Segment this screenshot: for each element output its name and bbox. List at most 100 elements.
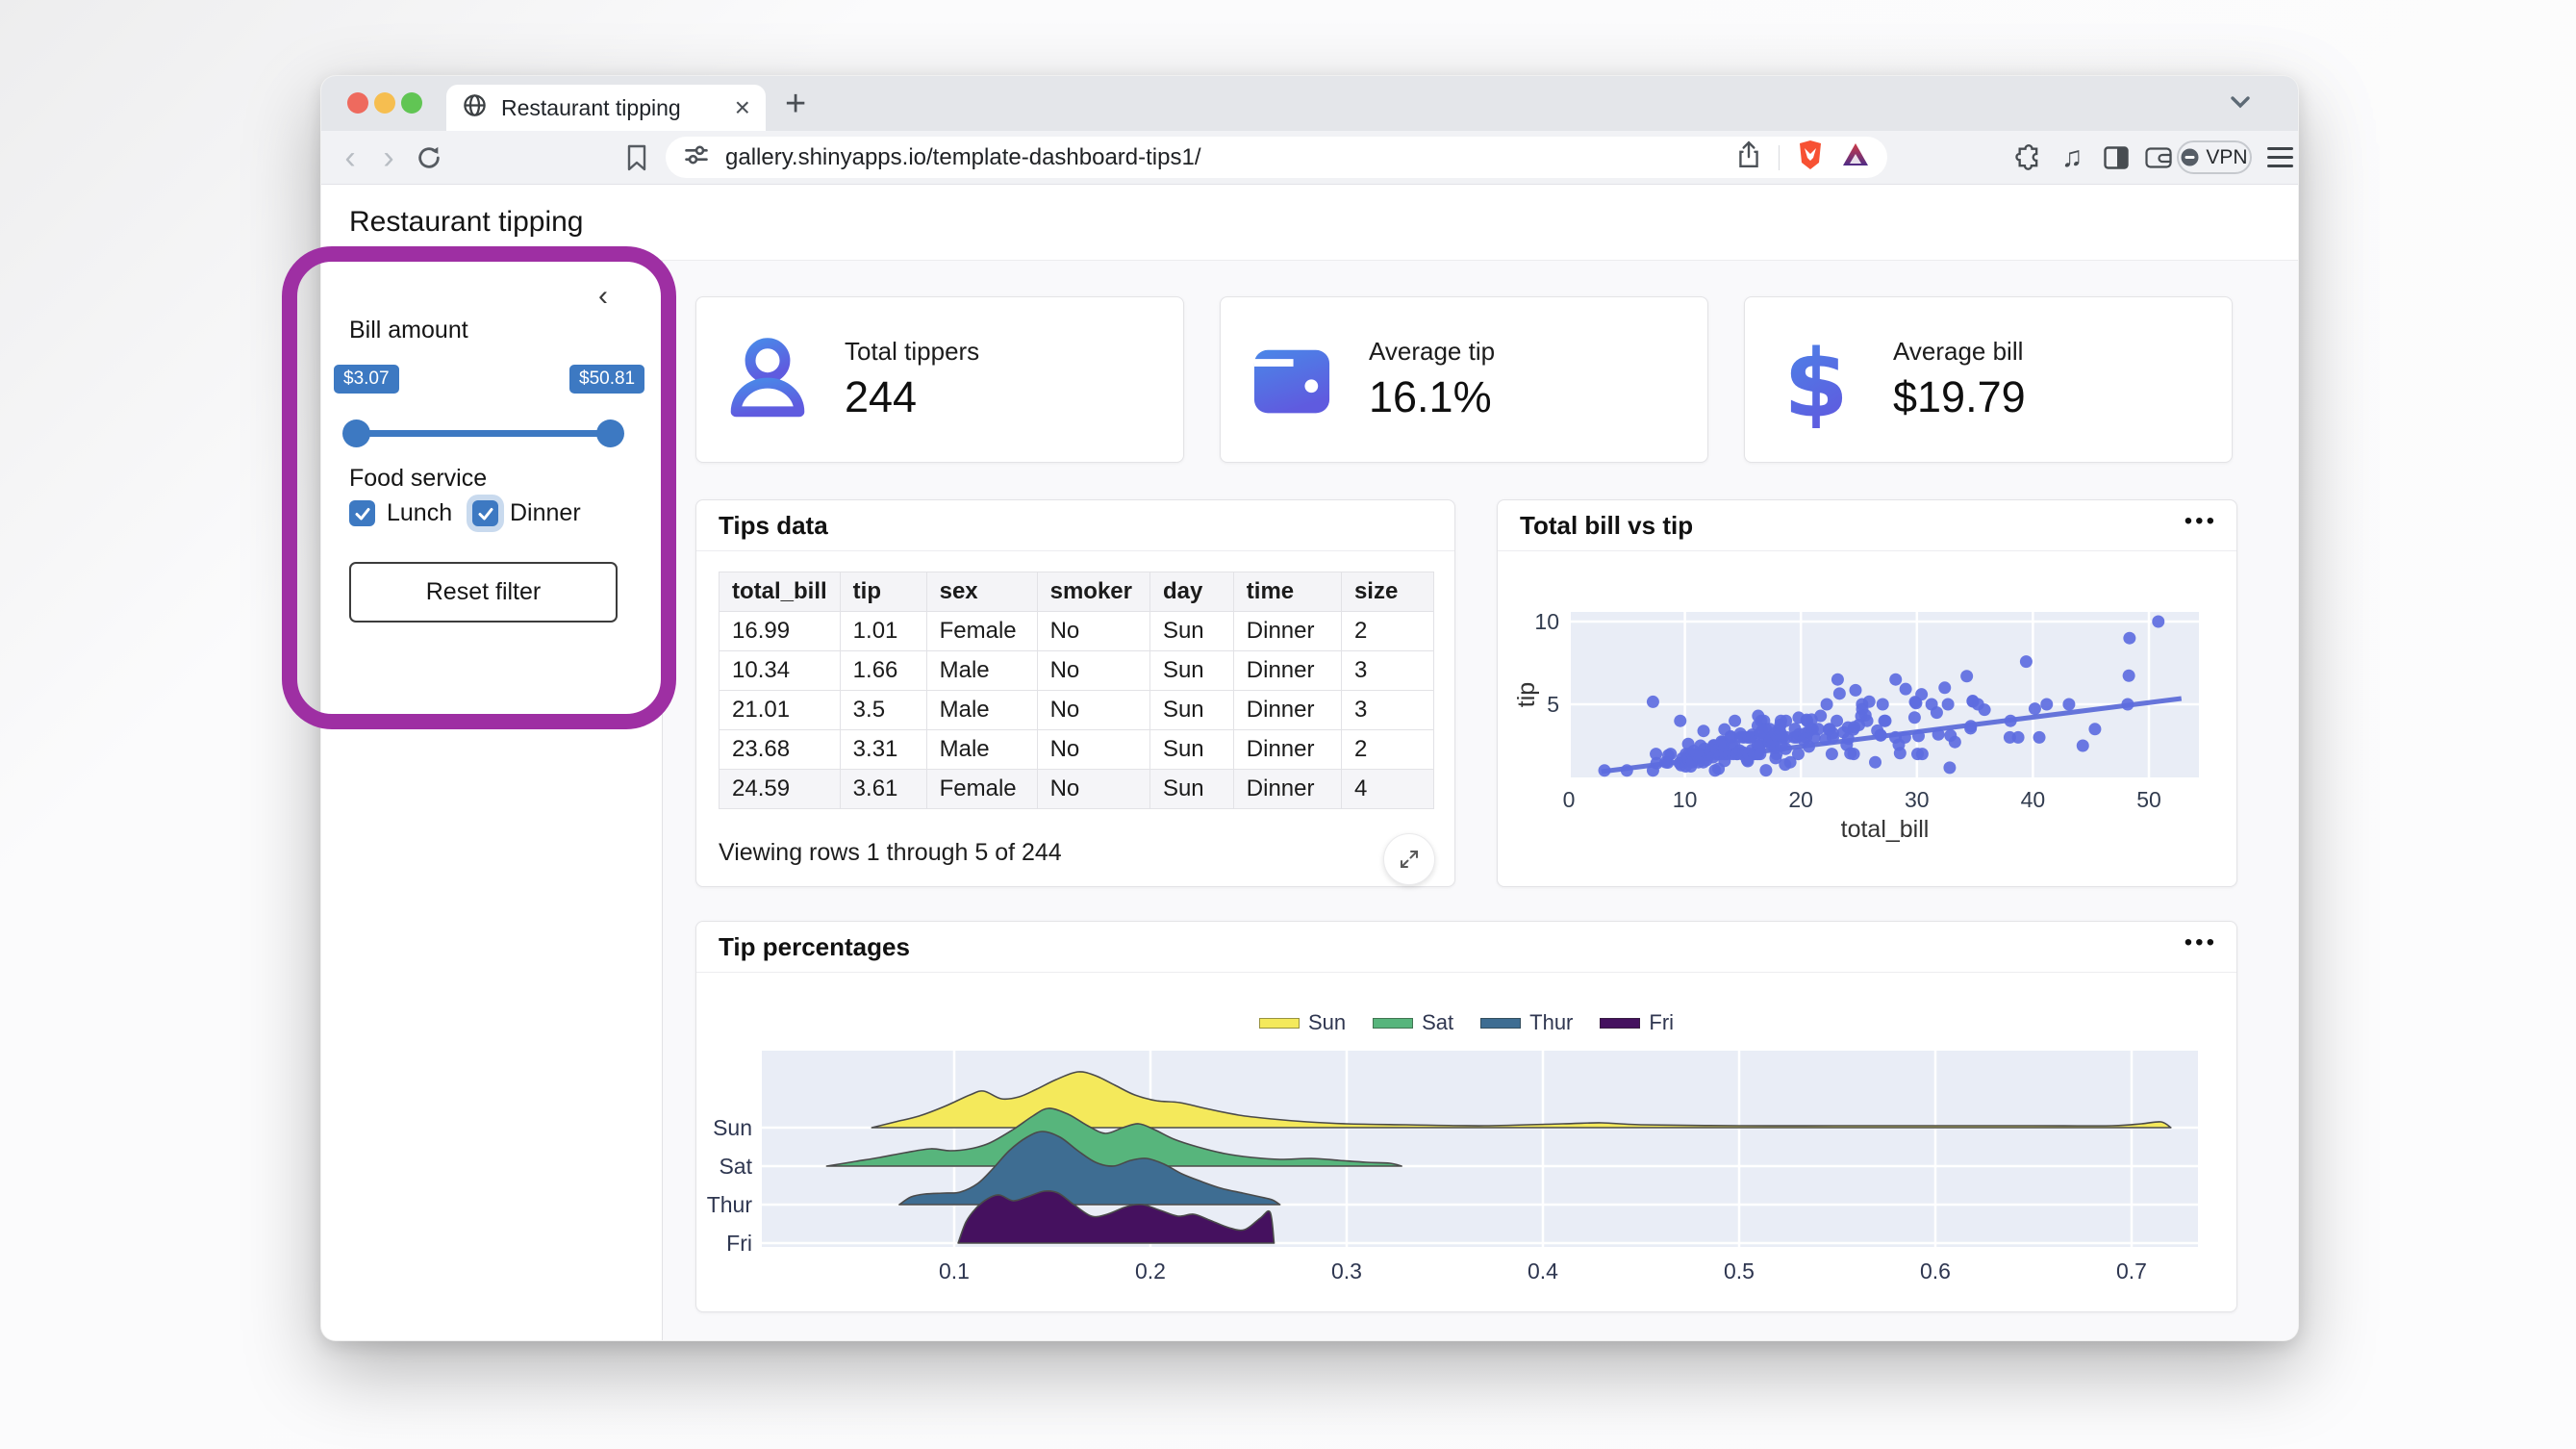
lunch-checkbox[interactable]	[349, 500, 375, 526]
back-button[interactable]: ‹	[333, 131, 367, 184]
brave-wallet-icon[interactable]	[2139, 131, 2178, 184]
browser-tab[interactable]: Restaurant tipping ×	[446, 85, 766, 131]
scatter-plot: 01020304050510total_billtip	[1498, 500, 2238, 888]
card-title: Tip percentages	[719, 932, 910, 962]
value-box-value: 16.1%	[1369, 372, 1495, 422]
value-box-value: $19.79	[1893, 372, 2026, 422]
legend-swatch	[1480, 1018, 1521, 1029]
browser-window: Restaurant tipping × + ‹ ›	[320, 75, 2299, 1341]
extensions-icon[interactable]	[2009, 131, 2048, 184]
svg-text:0.4: 0.4	[1528, 1258, 1558, 1284]
vpn-label: VPN	[2206, 146, 2247, 169]
card-menu-button[interactable]: •••	[2185, 929, 2217, 956]
column-header[interactable]: sex	[926, 572, 1037, 612]
column-header[interactable]: time	[1233, 572, 1341, 612]
legend-swatch	[1373, 1018, 1413, 1029]
table-row[interactable]: 16.991.01FemaleNoSunDinner2	[720, 612, 1434, 651]
table-cell: Dinner	[1233, 691, 1341, 730]
slider-handle-min[interactable]	[342, 419, 370, 447]
person-icon	[720, 332, 816, 428]
media-control-icon[interactable]: ♫	[2053, 131, 2091, 184]
table-cell: Sun	[1149, 651, 1233, 691]
traffic-light-zoom-button[interactable]	[401, 92, 422, 114]
legend-item[interactable]: Sun	[1259, 1010, 1346, 1035]
card-menu-button[interactable]: •••	[2185, 508, 2217, 535]
bat-rewards-icon[interactable]	[1841, 141, 1870, 173]
column-header[interactable]: day	[1149, 572, 1233, 612]
address-bar[interactable]: gallery.shinyapps.io/template-dashboard-…	[666, 137, 1887, 178]
svg-text:total_bill: total_bill	[1841, 816, 1930, 843]
bookmark-icon[interactable]	[618, 131, 656, 184]
table-cell: 23.68	[720, 730, 841, 770]
url-text[interactable]: gallery.shinyapps.io/template-dashboard-…	[725, 144, 1736, 171]
column-header[interactable]: tip	[840, 572, 926, 612]
value-box-total-tippers: Total tippers 244	[695, 296, 1184, 463]
app-header: Restaurant tipping	[321, 185, 2298, 261]
slider-selected-range[interactable]	[356, 430, 610, 437]
table-row[interactable]: 24.593.61FemaleNoSunDinner4	[720, 770, 1434, 809]
table-cell: 16.99	[720, 612, 841, 651]
wallet-icon	[1244, 332, 1340, 428]
table-cell: 21.01	[720, 691, 841, 730]
legend-label: Fri	[1649, 1010, 1674, 1035]
value-box-title: Total tippers	[845, 337, 979, 367]
table-cell: 4	[1341, 770, 1433, 809]
table-cell: 3.31	[840, 730, 926, 770]
slider-min-value: $3.07	[334, 365, 399, 394]
reset-filter-button[interactable]: Reset filter	[349, 562, 618, 623]
bill-amount-label: Bill amount	[349, 317, 468, 344]
svg-text:0: 0	[1563, 787, 1576, 812]
globe-favicon-icon	[462, 92, 488, 123]
table-cell: Dinner	[1233, 612, 1341, 651]
traffic-light-close-button[interactable]	[347, 92, 368, 114]
column-header[interactable]: smoker	[1037, 572, 1149, 612]
legend-swatch	[1259, 1018, 1300, 1029]
reload-button[interactable]	[410, 131, 448, 184]
column-header[interactable]: total_bill	[720, 572, 841, 612]
table-row[interactable]: 10.341.66MaleNoSunDinner3	[720, 651, 1434, 691]
forward-button[interactable]: ›	[371, 131, 406, 184]
slider-handle-max[interactable]	[596, 419, 624, 447]
divider	[1779, 145, 1780, 170]
table-cell: 10.34	[720, 651, 841, 691]
table-row[interactable]: 23.683.31MaleNoSunDinner2	[720, 730, 1434, 770]
value-box-average-bill: $ Average bill $19.79	[1744, 296, 2233, 463]
tab-close-icon[interactable]: ×	[735, 94, 750, 121]
table-cell: Female	[926, 770, 1037, 809]
legend-item[interactable]: Sat	[1373, 1010, 1453, 1035]
table-cell: Female	[926, 612, 1037, 651]
slider-max-value: $50.81	[569, 365, 644, 394]
shields-settings-icon[interactable]	[683, 141, 710, 173]
sidebar-toggle-icon[interactable]	[2097, 131, 2135, 184]
sidebar-collapse-button[interactable]: ‹	[598, 282, 608, 311]
table-cell: Male	[926, 730, 1037, 770]
dinner-checkbox[interactable]	[472, 500, 498, 526]
browser-toolbar: ‹ › gallery.shinyapps.io/template-dashbo…	[321, 131, 2298, 185]
dinner-label: Dinner	[510, 499, 581, 527]
brave-shield-icon[interactable]	[1797, 140, 1824, 175]
new-tab-button[interactable]: +	[785, 84, 806, 125]
legend-item[interactable]: Thur	[1480, 1010, 1573, 1035]
filter-sidebar: ‹ Bill amount $3.07 $50.81 Food service …	[321, 261, 663, 1341]
table-cell: 3	[1341, 651, 1433, 691]
column-header[interactable]: size	[1341, 572, 1433, 612]
traffic-light-minimize-button[interactable]	[374, 92, 395, 114]
expand-table-button[interactable]	[1383, 833, 1435, 885]
menu-button[interactable]	[2259, 131, 2299, 184]
table-cell: Male	[926, 691, 1037, 730]
table-cell: Sun	[1149, 770, 1233, 809]
tab-strip: Restaurant tipping × +	[321, 76, 2298, 131]
table-cell: 3.61	[840, 770, 926, 809]
legend-label: Thur	[1529, 1010, 1573, 1035]
food-service-label: Food service	[349, 465, 487, 493]
share-icon[interactable]	[1736, 140, 1761, 174]
table-cell: 3	[1341, 691, 1433, 730]
vpn-button[interactable]: VPN	[2177, 140, 2252, 174]
table-row[interactable]: 21.013.5MaleNoSunDinner3	[720, 691, 1434, 730]
lunch-checkbox-row: Lunch	[349, 499, 452, 527]
legend-item[interactable]: Fri	[1600, 1010, 1674, 1035]
table-cell: Dinner	[1233, 651, 1341, 691]
value-box-title: Average tip	[1369, 337, 1495, 367]
window-chevron-down-icon[interactable]	[2226, 91, 2255, 117]
table-cell: No	[1037, 691, 1149, 730]
